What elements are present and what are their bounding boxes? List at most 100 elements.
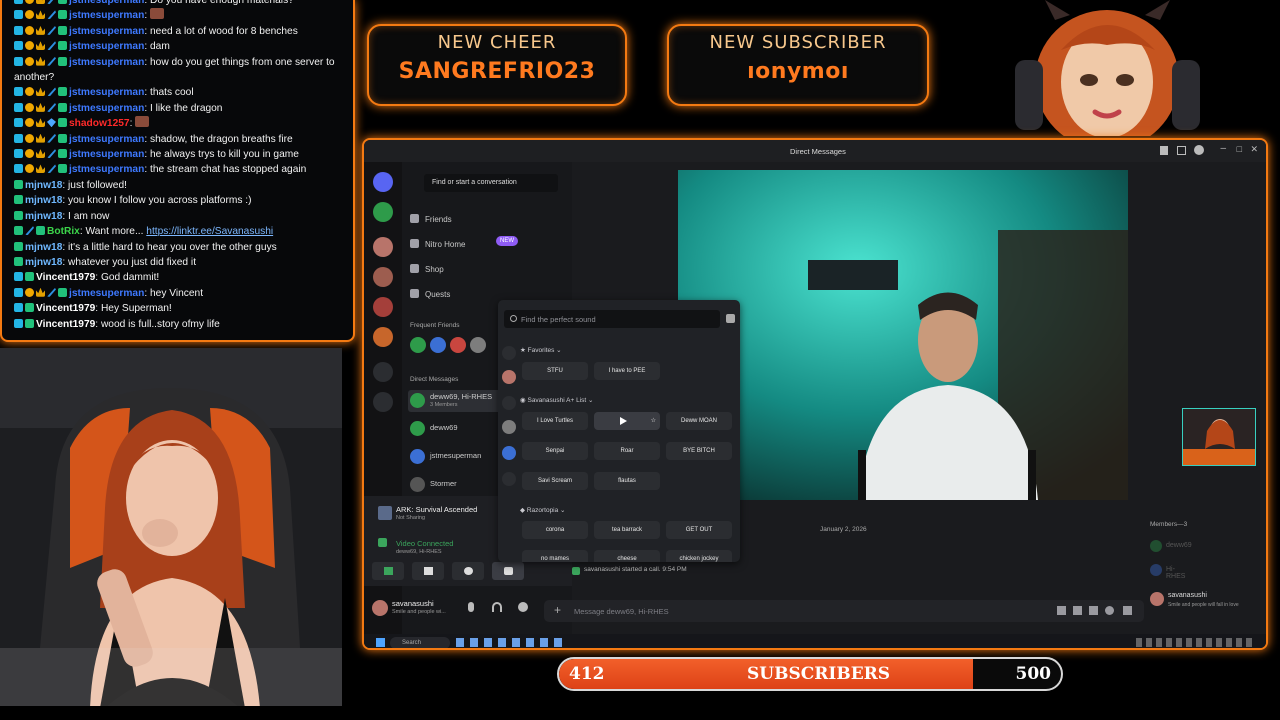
chat-username[interactable]: mjnw18: [25, 211, 62, 222]
chat-username[interactable]: Vincent1979: [36, 303, 95, 314]
discover-icon[interactable]: [373, 392, 393, 412]
sub-badge-icon: [14, 164, 23, 174]
dm-name: deww69, Hi-RHES: [430, 392, 493, 401]
apps-icon[interactable]: [1123, 606, 1132, 615]
sound-button[interactable]: I have to PEE: [594, 362, 660, 380]
nav-quests[interactable]: Quests: [410, 289, 450, 299]
activities-button[interactable]: [452, 562, 484, 580]
chat-username[interactable]: shadow1257: [69, 118, 130, 129]
volume-icon[interactable]: [726, 314, 735, 323]
avatar[interactable]: [450, 337, 466, 353]
chat-username[interactable]: jstmesuperman: [69, 0, 144, 6]
nav-shop[interactable]: Shop: [410, 264, 444, 274]
sound-button[interactable]: cheese: [594, 550, 660, 562]
sound-button[interactable]: GET OUT: [666, 521, 732, 539]
server-icon[interactable]: [373, 297, 393, 317]
avatar[interactable]: [502, 446, 516, 460]
chat-username[interactable]: jstmesuperman: [69, 57, 144, 68]
sound-button[interactable]: flautas: [594, 472, 660, 490]
chat-username[interactable]: mjnw18: [25, 195, 62, 206]
sound-button[interactable]: BYE BITCH: [666, 442, 732, 460]
play-icon[interactable]: [620, 417, 627, 425]
emoji-icon[interactable]: [1105, 606, 1114, 615]
pin-icon[interactable]: [1177, 146, 1186, 155]
chat-username[interactable]: mjnw18: [25, 180, 62, 191]
server-icon[interactable]: [373, 267, 393, 287]
sound-button[interactable]: I Love Turtles: [522, 412, 588, 430]
avatar[interactable]: [372, 600, 388, 616]
gift-icon[interactable]: [1057, 606, 1066, 615]
find-conversation-input[interactable]: Find or start a conversation: [424, 174, 558, 192]
system-tray[interactable]: [1136, 638, 1256, 647]
chat-username[interactable]: BotRix: [47, 226, 80, 237]
sound-button[interactable]: chicken jockey: [666, 550, 732, 562]
discord-icon[interactable]: [502, 472, 516, 486]
sticker-icon[interactable]: [1089, 606, 1098, 615]
mod-badge-icon: [58, 0, 67, 4]
windows-start-icon[interactable]: [376, 638, 385, 647]
plus-icon[interactable]: +: [554, 603, 561, 617]
gear-icon[interactable]: [518, 602, 528, 612]
server-icon[interactable]: [373, 202, 393, 222]
star-icon[interactable]: ☆: [651, 412, 656, 430]
self-video-preview[interactable]: [1182, 408, 1256, 466]
section-label-text: Favorites: [527, 347, 555, 354]
chat-username[interactable]: jstmesuperman: [69, 26, 144, 37]
bot-badge-icon: [47, 133, 56, 143]
sound-button[interactable]: corona: [522, 521, 588, 539]
chat-username[interactable]: jstmesuperman: [69, 134, 144, 145]
sound-button[interactable]: tea barrack: [594, 521, 660, 539]
add-server-icon[interactable]: [373, 362, 393, 382]
chat-message: mjnw18: I am now: [14, 209, 347, 224]
camera-button[interactable]: [372, 562, 404, 580]
chat-username[interactable]: jstmesuperman: [69, 149, 144, 160]
taskbar-apps[interactable]: [456, 638, 566, 647]
discord-home-icon[interactable]: [373, 172, 393, 192]
screen-share-button[interactable]: [412, 562, 444, 580]
chat-username[interactable]: jstmesuperman: [69, 288, 144, 299]
chat-username[interactable]: jstmesuperman: [69, 103, 144, 114]
avatar[interactable]: [430, 337, 446, 353]
chat-username[interactable]: Vincent1979: [36, 272, 95, 283]
help-icon[interactable]: [1194, 145, 1204, 155]
chat-link[interactable]: https://linktr.ee/Savanasushi: [146, 226, 273, 237]
nav-friends[interactable]: Friends: [410, 214, 452, 224]
sound-button[interactable]: Deww MOAN: [666, 412, 732, 430]
sound-button[interactable]: STFU: [522, 362, 588, 380]
chat-username[interactable]: mjnw18: [25, 257, 62, 268]
sound-button[interactable]: Savi Scream: [522, 472, 588, 490]
soundboard-button[interactable]: [492, 562, 524, 580]
sound-button[interactable]: Roar: [594, 442, 660, 460]
inbox-icon[interactable]: [1160, 146, 1168, 155]
microphone-icon[interactable]: [468, 602, 474, 612]
nav-nitro[interactable]: Nitro Home NEW: [410, 236, 518, 249]
sound-button[interactable]: no mames: [522, 550, 588, 562]
chat-username[interactable]: jstmesuperman: [69, 41, 144, 52]
favorites-star-icon[interactable]: [502, 346, 516, 360]
close-icon[interactable]: ✕: [1250, 144, 1258, 155]
chat-username[interactable]: Vincent1979: [36, 319, 95, 330]
server-icon[interactable]: [502, 396, 516, 410]
message-input[interactable]: + Message deww69, Hi-RHES: [544, 600, 1144, 622]
chat-username[interactable]: jstmesuperman: [69, 87, 144, 98]
avatar[interactable]: [502, 370, 516, 384]
signal-icon: [378, 538, 387, 547]
avatar[interactable]: [470, 337, 486, 353]
dm-name: jstmesuperman: [430, 451, 482, 460]
sound-button-hovered[interactable]: ☆: [594, 412, 660, 430]
mod-badge-icon: [58, 56, 67, 66]
gif-icon[interactable]: [1073, 606, 1082, 615]
chat-username[interactable]: mjnw18: [25, 242, 62, 253]
sound-button[interactable]: Senpai: [522, 442, 588, 460]
taskbar-search[interactable]: Search: [390, 637, 450, 648]
server-icon[interactable]: [373, 237, 393, 257]
avatar[interactable]: [410, 337, 426, 353]
avatar[interactable]: [502, 420, 516, 434]
server-icon[interactable]: [373, 327, 393, 347]
chat-username[interactable]: jstmesuperman: [69, 164, 144, 175]
soundboard-search-input[interactable]: Find the perfect sound: [504, 310, 720, 328]
chat-username[interactable]: jstmesuperman: [69, 10, 144, 21]
headphones-icon[interactable]: [492, 602, 502, 612]
maximize-icon[interactable]: □: [1237, 144, 1242, 154]
minimize-icon[interactable]: –: [1220, 143, 1226, 154]
